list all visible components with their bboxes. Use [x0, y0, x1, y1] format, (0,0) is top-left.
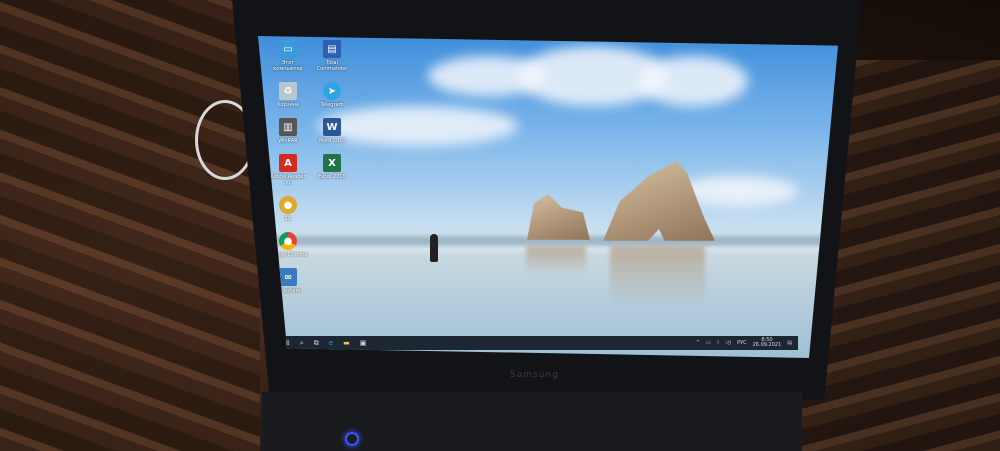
- file-explorer-icon[interactable]: ▬: [343, 339, 350, 347]
- desktop-icon[interactable]: ➤ Telegram: [312, 82, 352, 108]
- store-icon[interactable]: ▣: [360, 339, 367, 347]
- laptop-brand: Samsung: [510, 370, 559, 380]
- search-icon[interactable]: ⌕: [300, 339, 304, 348]
- archive-icon: ▥: [279, 118, 297, 136]
- word-icon: W: [323, 118, 341, 136]
- network-icon[interactable]: ⌇: [717, 340, 719, 346]
- app-icon: ●: [279, 196, 297, 214]
- desktop-icon[interactable]: X Excel 2010: [312, 154, 352, 186]
- desktop-icon[interactable]: W Word 2010: [312, 118, 352, 144]
- clock[interactable]: 8:50 26.09.2021: [753, 338, 782, 348]
- volume-icon[interactable]: ◁): [725, 340, 731, 346]
- carpet: [0, 0, 260, 451]
- notifications-icon[interactable]: ▤: [787, 340, 792, 346]
- edge-icon[interactable]: e: [329, 339, 333, 347]
- desktop: ▭ Этот компьютер ▤ Total Commander ♻ Корзин…: [258, 36, 838, 358]
- language-indicator[interactable]: РУС: [737, 340, 747, 346]
- pdf-icon: A: [279, 154, 297, 172]
- desktop-icon[interactable]: A Adobe Reader XI: [268, 154, 308, 186]
- app-icon: ∞: [279, 268, 297, 286]
- excel-icon: X: [323, 154, 341, 172]
- rock: [527, 194, 590, 240]
- taskbar: ⊞ ⌕ ⧉ e ▬ ▣ ^ ▭ ⌇ ◁) РУС 8:50 26.09.2021 …: [278, 336, 798, 350]
- desktop-icon[interactable]: ♻ Корзина: [268, 82, 308, 108]
- runner-silhouette: [430, 234, 438, 262]
- telegram-icon: ➤: [323, 82, 341, 100]
- recycle-bin-icon: ♻: [279, 82, 297, 100]
- desktop-icon[interactable]: ▤ Total Commander: [312, 40, 352, 72]
- system-tray: ^ ▭ ⌇ ◁) РУС 8:50 26.09.2021 ▤: [696, 338, 792, 348]
- computer-icon: ▭: [279, 40, 297, 58]
- floppy-icon: ▤: [323, 40, 341, 58]
- desktop-icon[interactable]: ▥ WinRAR: [268, 118, 308, 144]
- desktop-icon[interactable]: ▭ Этот компьютер: [268, 40, 308, 72]
- battery-icon[interactable]: ▭: [706, 340, 711, 346]
- chevron-up-icon[interactable]: ^: [696, 340, 700, 346]
- task-view-icon[interactable]: ⧉: [314, 339, 319, 348]
- chrome-icon: ●: [279, 232, 297, 250]
- laptop-base: [262, 392, 802, 451]
- power-button[interactable]: [345, 432, 359, 446]
- desktop-icons: ▭ Этот компьютер ▤ Total Commander ♻ Корзин…: [268, 40, 352, 294]
